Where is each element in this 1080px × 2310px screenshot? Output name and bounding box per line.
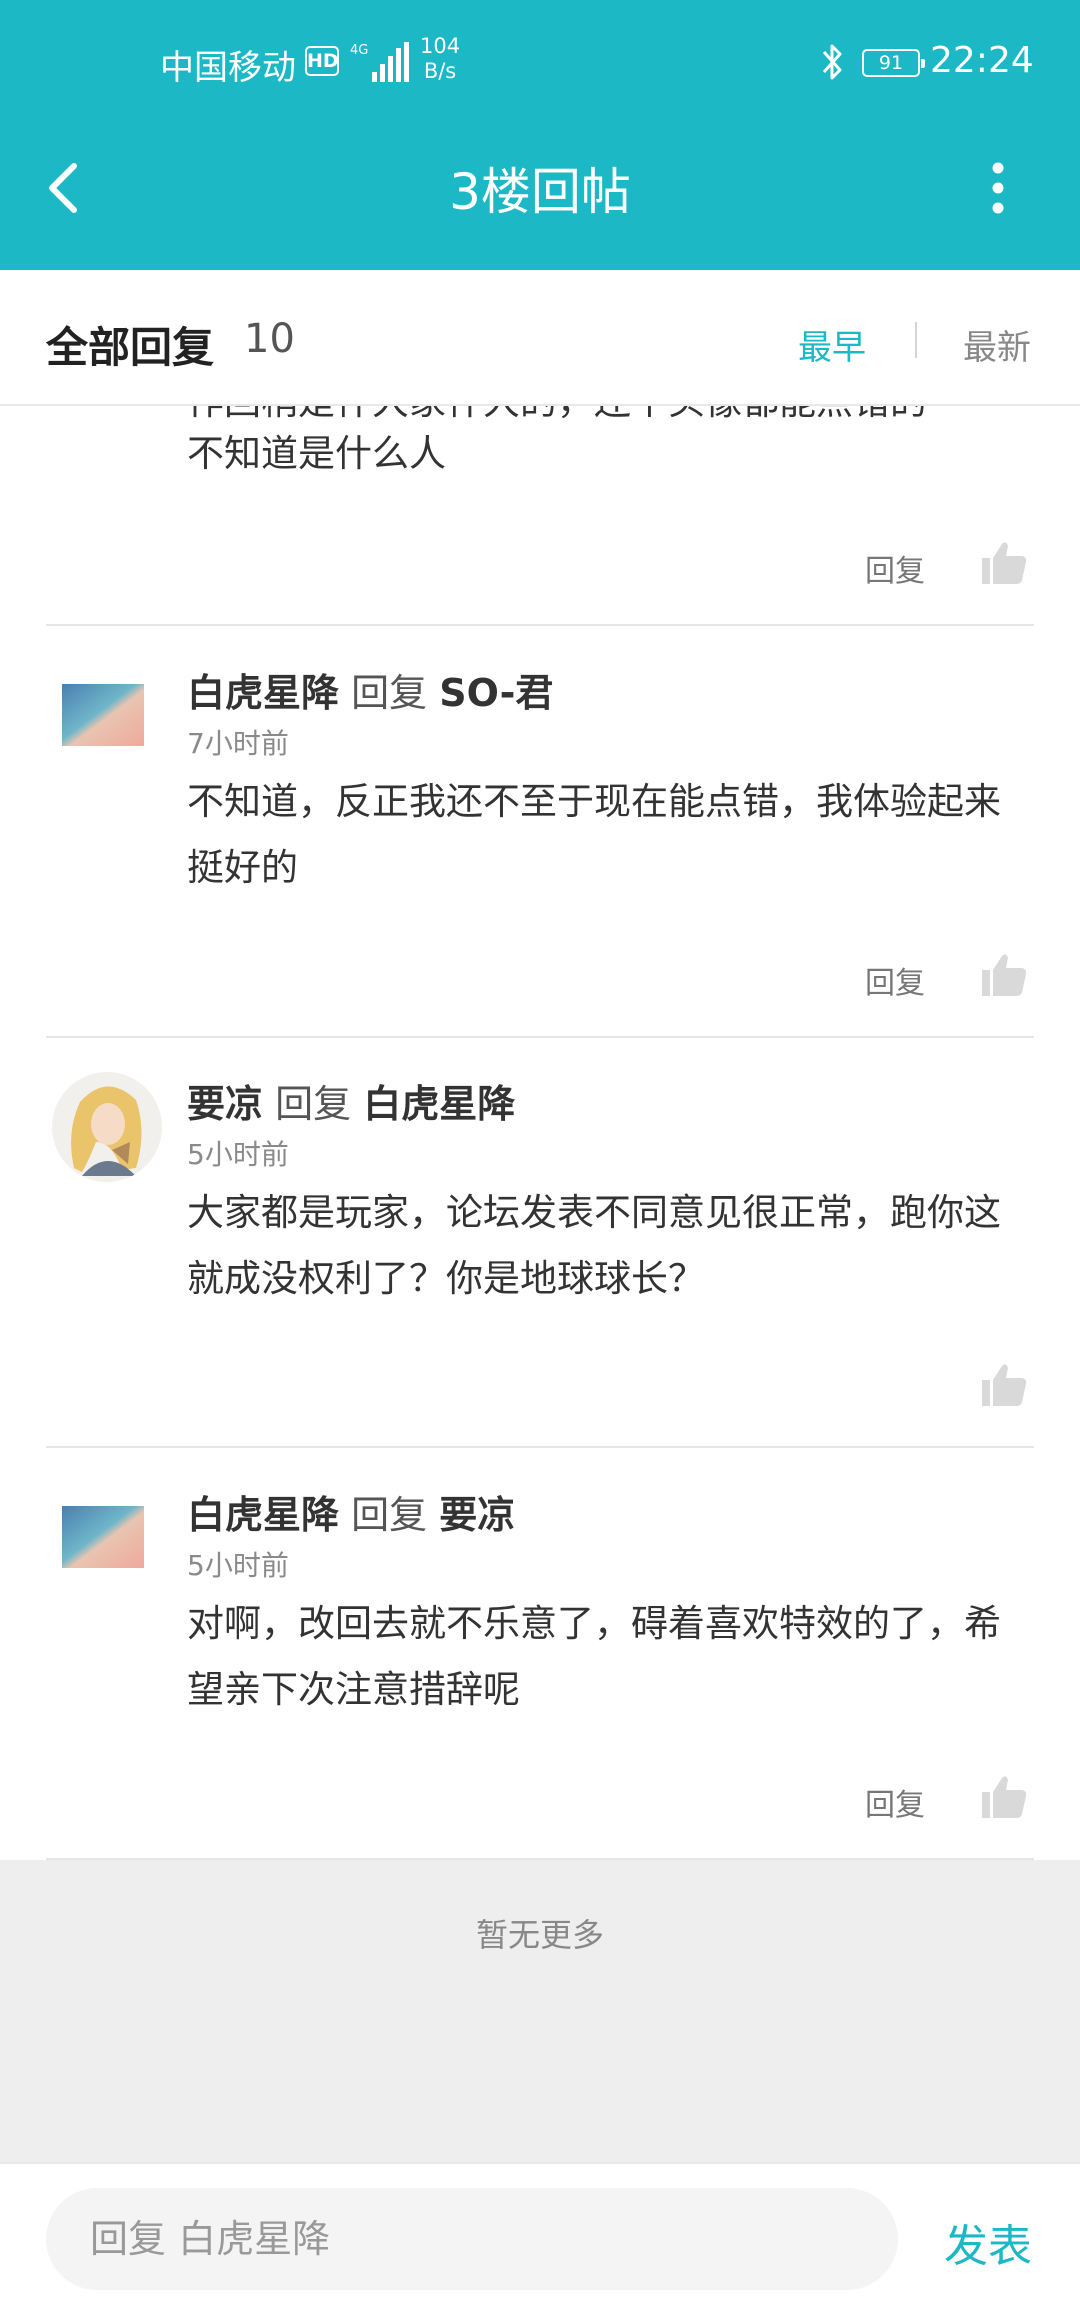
comment-time: 5小时前	[187, 1138, 289, 1171]
nav-bar: 3楼回帖	[0, 120, 1080, 250]
comment-author[interactable]: 白虎星降	[187, 671, 339, 715]
thumbs-up-icon[interactable]	[980, 538, 1028, 586]
replies-title: 全部回复	[46, 323, 215, 372]
comment-text: 不知道，反正我还不至于现在能点错，我体验起来挺好的	[187, 780, 1001, 889]
list-end-area: 暂无更多	[0, 1860, 1080, 2162]
comment-text: 大家都是玩家，论坛发表不同意见很正常，跑你这就成没权利了？你是地球球长？	[187, 1191, 1001, 1300]
replies-header: 全部回复 10 最早 最新	[0, 270, 1080, 406]
avatar[interactable]	[52, 1072, 162, 1182]
comment-time: 5小时前	[187, 1549, 289, 1582]
partial-comment-line1: 作回稍是什大家什大的，还个头像都能点错的	[187, 406, 927, 428]
comment-divider	[46, 1446, 1034, 1448]
comment-time: 7小时前	[187, 727, 289, 760]
comment-author[interactable]: 要凉	[187, 1082, 263, 1126]
status-time: 22:24	[930, 40, 1034, 81]
replies-count: 10	[244, 316, 295, 362]
thumbs-up-icon[interactable]	[980, 1772, 1028, 1820]
more-options-icon[interactable]	[978, 158, 1018, 218]
comment-list[interactable]: 作回稍是什大家什大的，还个头像都能点错的 不知道是什么人 回复 白虎星降 回复 …	[0, 406, 1080, 1860]
carrier-name: 中国移动	[160, 48, 296, 88]
avatar[interactable]	[62, 1506, 144, 1568]
reply-target[interactable]: SO-君	[439, 671, 553, 715]
reply-target[interactable]: 要凉	[439, 1493, 515, 1537]
reply-word: 回复	[351, 671, 428, 715]
comment-meta: 白虎星降 回复 SO-君	[187, 662, 553, 717]
reply-input-bar: 发表	[0, 2162, 1080, 2310]
sort-divider	[915, 322, 917, 358]
thumbs-up-icon[interactable]	[980, 950, 1028, 998]
comment-text: 对啊，改回去就不乐意了，碍着喜欢特效的了，希望亲下次注意措辞呢	[187, 1602, 1001, 1711]
sort-latest-tab[interactable]: 最新	[963, 320, 1031, 369]
status-bar: 中国移动 HD 4G 104 B/s 91 22:24	[0, 30, 1080, 94]
network-type: 4G	[350, 43, 368, 58]
avatar[interactable]	[62, 684, 144, 746]
reply-button[interactable]: 回复	[865, 1780, 925, 1824]
sort-earliest-tab[interactable]: 最早	[798, 320, 866, 369]
reply-word: 回复	[275, 1082, 352, 1126]
page-title: 3楼回帖	[449, 163, 631, 221]
bluetooth-icon	[822, 44, 842, 80]
send-button[interactable]: 发表	[944, 2210, 1032, 2274]
signal-icon: 4G	[350, 42, 409, 82]
hd-badge: HD	[305, 46, 339, 76]
comment-author[interactable]: 白虎星降	[187, 1493, 339, 1537]
comment-divider	[46, 1036, 1034, 1038]
reply-target[interactable]: 白虎星降	[363, 1082, 515, 1126]
partial-comment-line2: 不知道是什么人	[187, 432, 446, 475]
comment-meta: 白虎星降 回复 要凉	[187, 1484, 515, 1539]
no-more-text: 暂无更多	[475, 1916, 604, 1954]
net-speed-unit: B/s	[423, 59, 457, 83]
reply-button[interactable]: 回复	[865, 958, 925, 1002]
net-speed-value: 104	[420, 34, 461, 58]
partial-comment-text: 作回稍是什大家什大的，还个头像都能点错的 不知道是什么人	[187, 406, 927, 480]
battery-indicator: 91	[862, 49, 925, 77]
net-speed: 104 B/s	[420, 34, 460, 84]
top-bar: 中国移动 HD 4G 104 B/s 91 22:24 3楼回帖	[0, 0, 1080, 270]
thumbs-up-icon[interactable]	[980, 1360, 1028, 1408]
reply-input[interactable]	[46, 2188, 898, 2290]
comment-meta: 要凉 回复 白虎星降	[187, 1073, 515, 1128]
reply-button[interactable]: 回复	[865, 546, 925, 590]
comment-divider	[46, 624, 1034, 626]
reply-word: 回复	[351, 1493, 428, 1537]
